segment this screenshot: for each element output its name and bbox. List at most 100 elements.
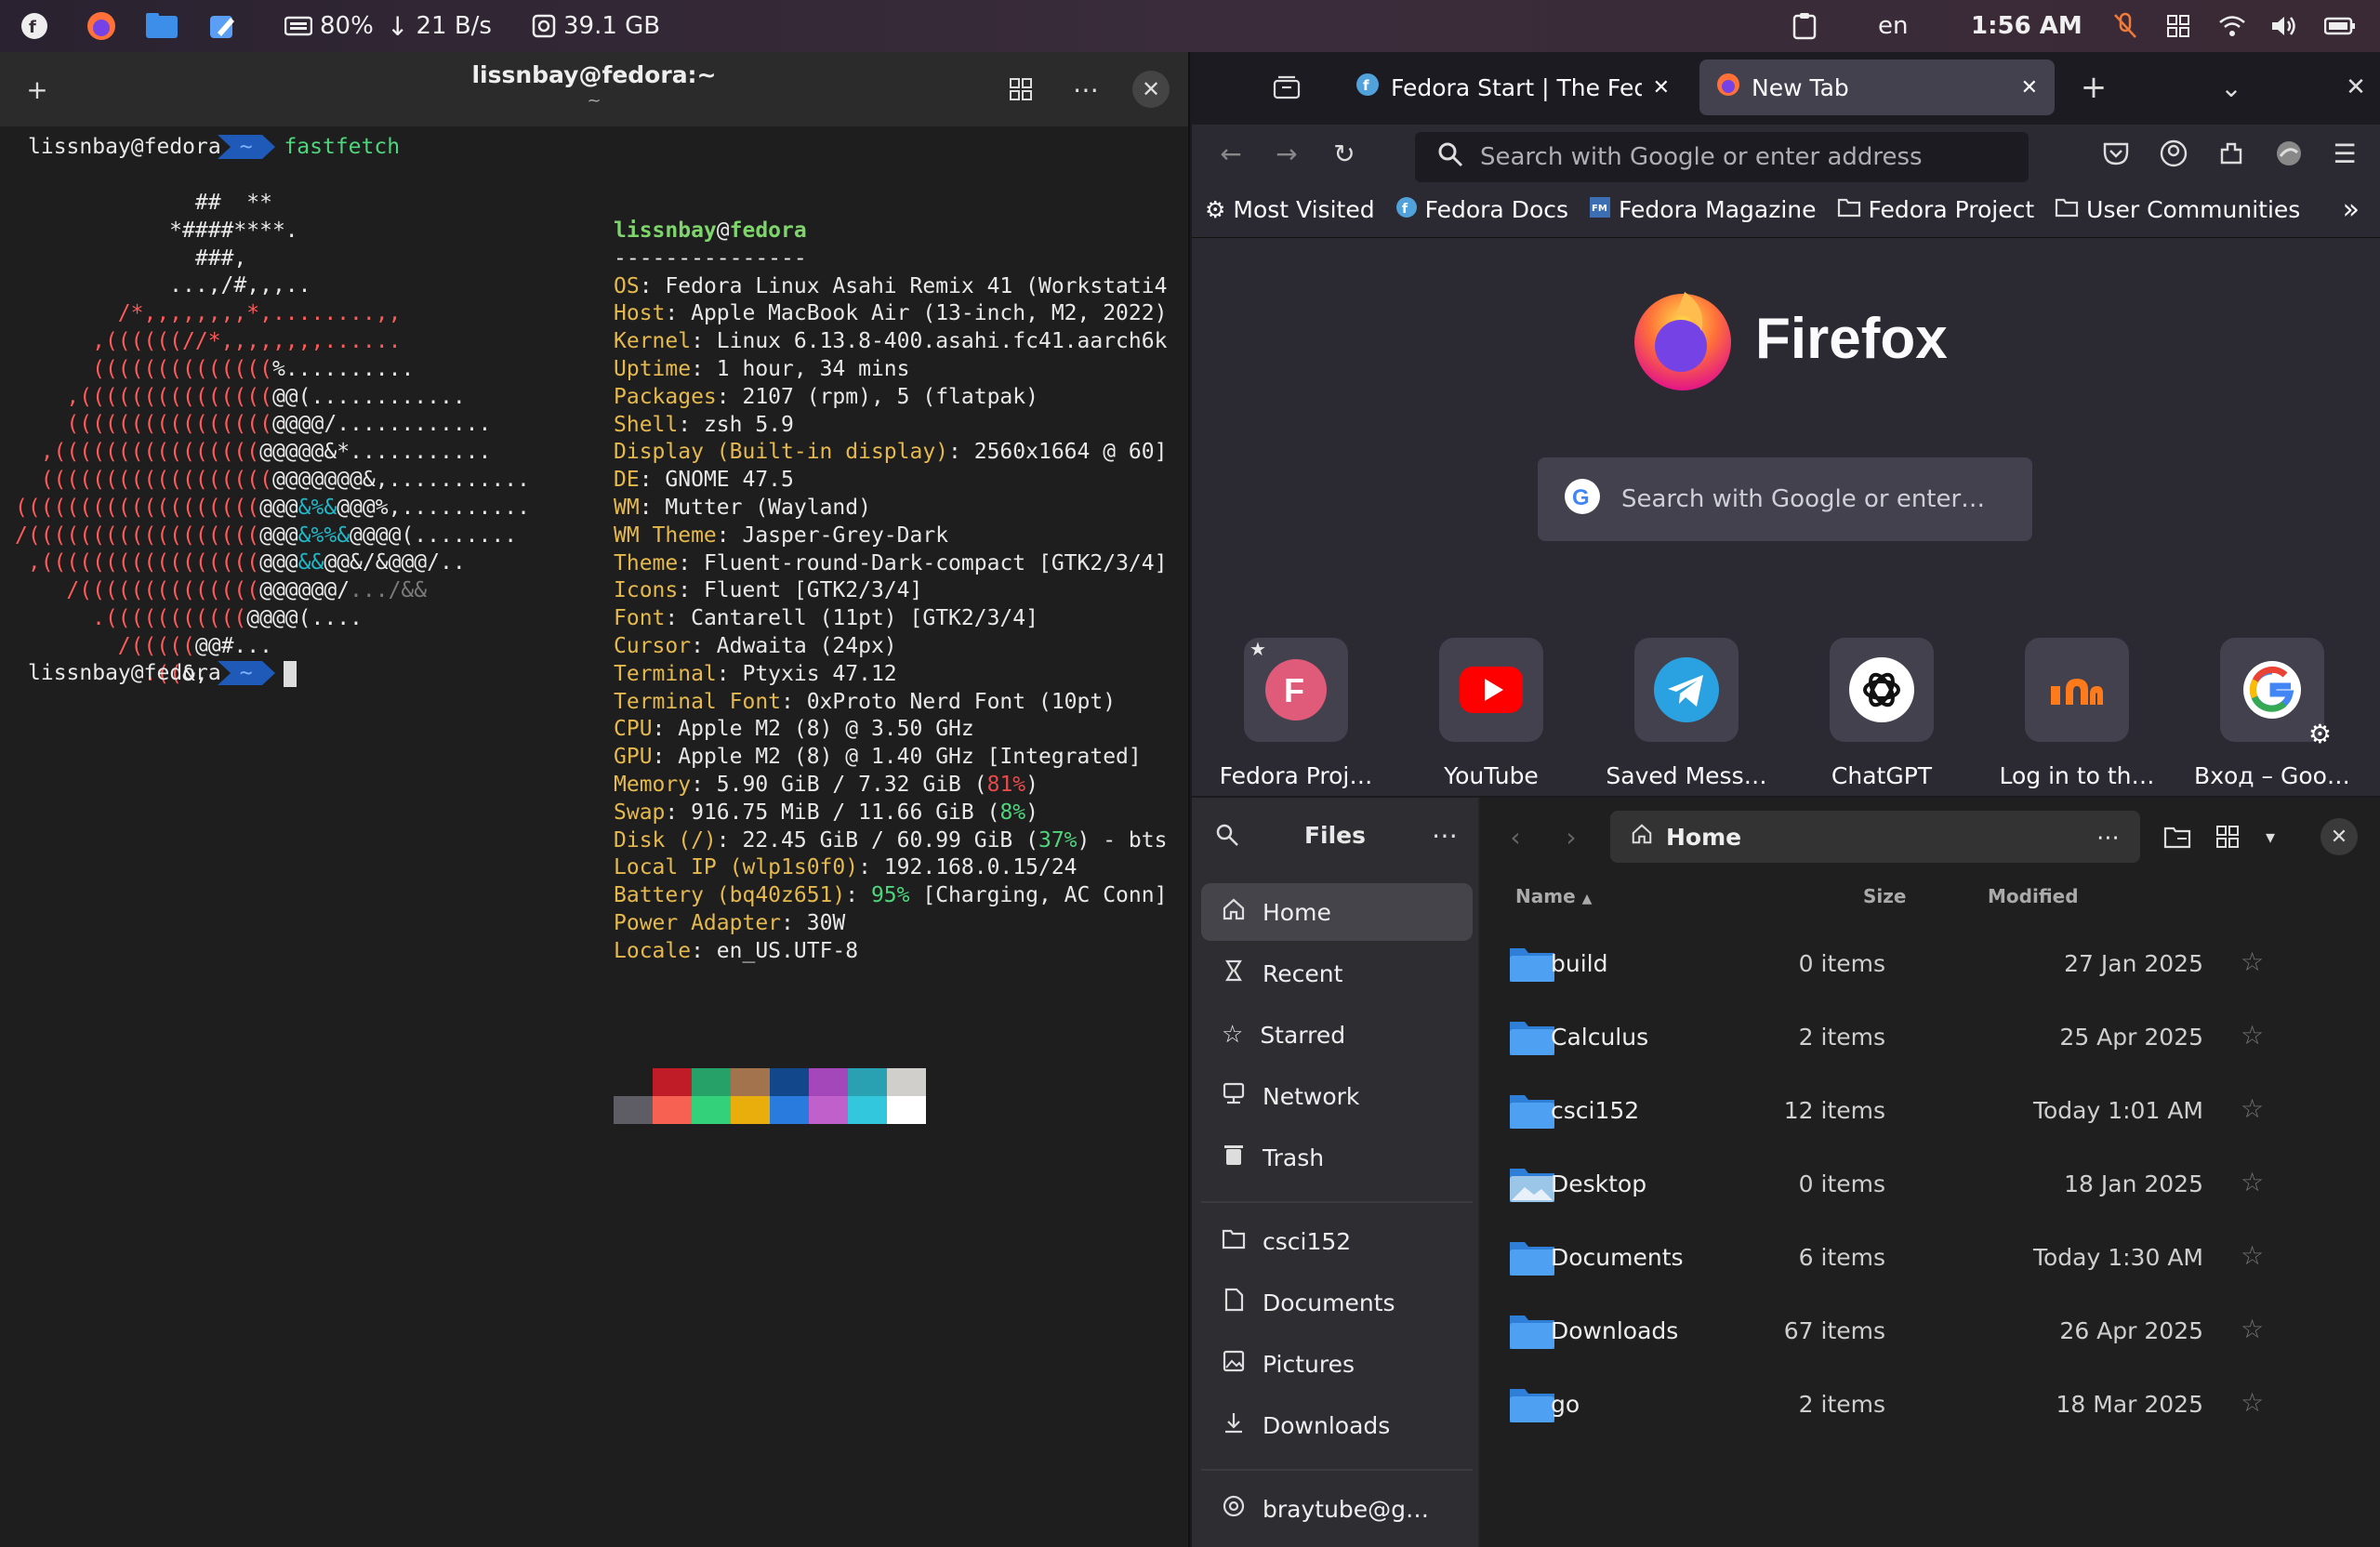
forward-icon[interactable]: → bbox=[1268, 135, 1305, 172]
file-row[interactable]: Calculus 2 items 25 Apr 2025 ☆ bbox=[1480, 1001, 2380, 1076]
shortcut-telegram[interactable]: Saved Mess… bbox=[1593, 638, 1779, 789]
tab-overview-icon[interactable] bbox=[1002, 71, 1039, 108]
pocket-icon[interactable] bbox=[2097, 135, 2135, 172]
close-icon[interactable]: ✕ bbox=[2320, 818, 2358, 855]
star-icon[interactable]: ☆ bbox=[2241, 946, 2264, 977]
star-icon[interactable]: ☆ bbox=[2241, 1020, 2264, 1051]
column-size[interactable]: Size bbox=[1863, 885, 1906, 907]
firefox-window[interactable]: f Fedora Start | The Fedora ✕ New Tab ✕ … bbox=[1192, 52, 2380, 796]
online-account-icon bbox=[1222, 1494, 1246, 1524]
files-launcher-icon[interactable] bbox=[145, 0, 178, 52]
bookmark-user-communities[interactable]: User Communities bbox=[2055, 196, 2300, 223]
terminal-header[interactable]: + lissnbay@fedora:~ ~ ⋯ ✕ bbox=[0, 52, 1188, 126]
forward-icon[interactable]: › bbox=[1553, 818, 1590, 855]
volume-icon[interactable] bbox=[2270, 0, 2298, 52]
shortcut-fedora-project[interactable]: ★ F Fedora Proj… bbox=[1203, 638, 1389, 789]
clock[interactable]: 1:56 AM bbox=[1971, 0, 2082, 52]
star-icon[interactable]: ☆ bbox=[2241, 1167, 2264, 1197]
hamburger-menu-icon[interactable]: ☰ bbox=[2326, 135, 2363, 172]
shortcut-chatgpt[interactable]: ChatGPT bbox=[1789, 638, 1975, 789]
sidebar-item-pictures[interactable]: Pictures bbox=[1201, 1335, 1473, 1393]
file-row[interactable]: Desktop 0 items 18 Jan 2025 ☆ bbox=[1480, 1148, 2380, 1223]
keyboard-language[interactable]: en bbox=[1878, 0, 1908, 52]
grid-icon[interactable] bbox=[2166, 0, 2190, 52]
disk-indicator[interactable]: 39.1 GB bbox=[532, 0, 660, 52]
close-window-icon[interactable]: ✕ bbox=[2337, 69, 2374, 106]
tab-close-icon[interactable]: ✕ bbox=[1653, 76, 1670, 99]
column-name[interactable]: Name ▲ bbox=[1515, 885, 1592, 907]
path-menu-dots-icon[interactable]: ⋯ bbox=[2096, 824, 2120, 851]
shortcut-login[interactable]: Log in to th… bbox=[1984, 638, 2170, 789]
chevron-down-icon[interactable]: ⌄ bbox=[2213, 69, 2250, 106]
clipboard-icon[interactable] bbox=[1792, 0, 1817, 52]
reload-icon[interactable]: ↻ bbox=[1326, 135, 1363, 172]
files-window[interactable]: Files ⋯ Home Recent ☆ Starred Network Tr… bbox=[1192, 798, 2380, 1547]
view-options-chevron-icon[interactable]: ▾ bbox=[2252, 818, 2289, 855]
sidebar-item-csci152[interactable]: csci152 bbox=[1201, 1212, 1473, 1270]
active-prompt-line[interactable]: lissnbay@fedora ~ bbox=[28, 660, 298, 688]
network-speed-indicator[interactable]: ↓ 21 B/s bbox=[387, 0, 492, 52]
bookmark-fedora-project[interactable]: Fedora Project bbox=[1837, 196, 2034, 223]
column-modified[interactable]: Modified bbox=[1988, 885, 2079, 907]
battery-indicator[interactable]: 80% bbox=[284, 0, 374, 52]
account-icon[interactable] bbox=[2155, 135, 2192, 172]
extensions-icon[interactable] bbox=[2213, 135, 2250, 172]
star-icon[interactable]: ☆ bbox=[2241, 1240, 2264, 1271]
shortcut-google[interactable]: ⚙ Вход – Goo… bbox=[2179, 638, 2365, 789]
sidebar-item-recent[interactable]: Recent bbox=[1201, 945, 1473, 1002]
close-icon[interactable]: ✕ bbox=[1132, 71, 1170, 108]
star-icon[interactable]: ☆ bbox=[2241, 1093, 2264, 1124]
sidebar-item-downloads[interactable]: Downloads bbox=[1201, 1396, 1473, 1454]
text-cursor bbox=[284, 660, 298, 687]
terminal-output[interactable]: lissnbay@fedora ~ fastfetch ## ** *####**… bbox=[0, 126, 1190, 1547]
star-icon[interactable]: ☆ bbox=[2241, 1314, 2264, 1344]
back-icon[interactable]: ← bbox=[1212, 135, 1250, 172]
battery-icon[interactable] bbox=[2324, 0, 2356, 52]
shortcut-youtube[interactable]: YouTube bbox=[1398, 638, 1584, 789]
tab-fedora-start[interactable]: f Fedora Start | The Fedora ✕ bbox=[1339, 60, 1686, 115]
menu-dots-icon[interactable]: ⋯ bbox=[1067, 71, 1104, 108]
navigation-toolbar: ← → ↻ Search with Google or enter addres… bbox=[1192, 125, 2380, 182]
sidebar-item-trash[interactable]: Trash bbox=[1201, 1129, 1473, 1186]
terminal-window[interactable]: + lissnbay@fedora:~ ~ ⋯ ✕ lissnbay@fedor… bbox=[0, 52, 1190, 1547]
shortcut-label: ChatGPT bbox=[1831, 762, 1933, 789]
new-folder-icon[interactable] bbox=[2159, 818, 2196, 855]
pin-icon: ★ bbox=[1250, 638, 1266, 660]
file-row[interactable]: build 0 items 27 Jan 2025 ☆ bbox=[1480, 928, 2380, 1002]
file-row[interactable]: go 2 items 18 Mar 2025 ☆ bbox=[1480, 1368, 2380, 1443]
sidebar-item-starred[interactable]: ☆ Starred bbox=[1201, 1006, 1473, 1064]
wifi-icon[interactable] bbox=[2218, 0, 2246, 52]
grid-view-icon[interactable] bbox=[2209, 818, 2246, 855]
firefox-logo-icon bbox=[1634, 292, 1731, 390]
sidebar-item-network[interactable]: Network bbox=[1201, 1067, 1473, 1125]
file-row[interactable]: csci152 12 items Today 1:01 AM ☆ bbox=[1480, 1075, 2380, 1149]
file-row[interactable]: Documents 6 items Today 1:30 AM ☆ bbox=[1480, 1222, 2380, 1296]
bookmark-fedora-magazine[interactable]: FM Fedora Magazine bbox=[1589, 196, 1817, 224]
path-bar[interactable]: Home ⋯ bbox=[1610, 811, 2140, 863]
sidebar-item-documents[interactable]: Documents bbox=[1201, 1274, 1473, 1331]
text-editor-launcher-icon[interactable] bbox=[208, 0, 236, 52]
firefox-launcher-icon[interactable] bbox=[86, 0, 117, 52]
tab-list-icon[interactable] bbox=[1268, 69, 1305, 106]
color-swatch bbox=[653, 1068, 692, 1096]
bookmark-most-visited[interactable]: ⚙ Most Visited bbox=[1205, 196, 1375, 223]
fedora-menu-icon[interactable]: f bbox=[20, 0, 48, 52]
file-row[interactable]: Downloads 67 items 26 Apr 2025 ☆ bbox=[1480, 1295, 2380, 1369]
bookmark-fedora-docs[interactable]: f Fedora Docs bbox=[1395, 196, 1568, 224]
tab-new-tab[interactable]: New Tab ✕ bbox=[1699, 60, 2055, 115]
tab-close-icon[interactable]: ✕ bbox=[2021, 76, 2038, 99]
url-bar[interactable]: Search with Google or enter address bbox=[1415, 132, 2029, 182]
page-search-box[interactable]: G Search with Google or enter… bbox=[1538, 457, 2032, 541]
extension-avatar-icon[interactable] bbox=[2270, 135, 2307, 172]
info-line: WM: Mutter (Wayland) bbox=[614, 495, 871, 520]
menu-dots-icon[interactable]: ⋯ bbox=[1426, 816, 1463, 853]
sidebar-item-online-account[interactable]: braytube@g… bbox=[1201, 1480, 1473, 1538]
shortcut-label: Log in to th… bbox=[1999, 762, 2155, 789]
overflow-chevron-icon[interactable]: » bbox=[2343, 193, 2360, 226]
settings-gear-icon[interactable]: ⚙ bbox=[2308, 719, 2332, 749]
sidebar-item-home[interactable]: Home bbox=[1201, 883, 1473, 941]
new-tab-plus-icon[interactable]: + bbox=[2075, 69, 2112, 106]
mic-muted-icon[interactable] bbox=[2112, 0, 2138, 52]
star-icon[interactable]: ☆ bbox=[2241, 1387, 2264, 1418]
back-icon[interactable]: ‹ bbox=[1497, 818, 1534, 855]
